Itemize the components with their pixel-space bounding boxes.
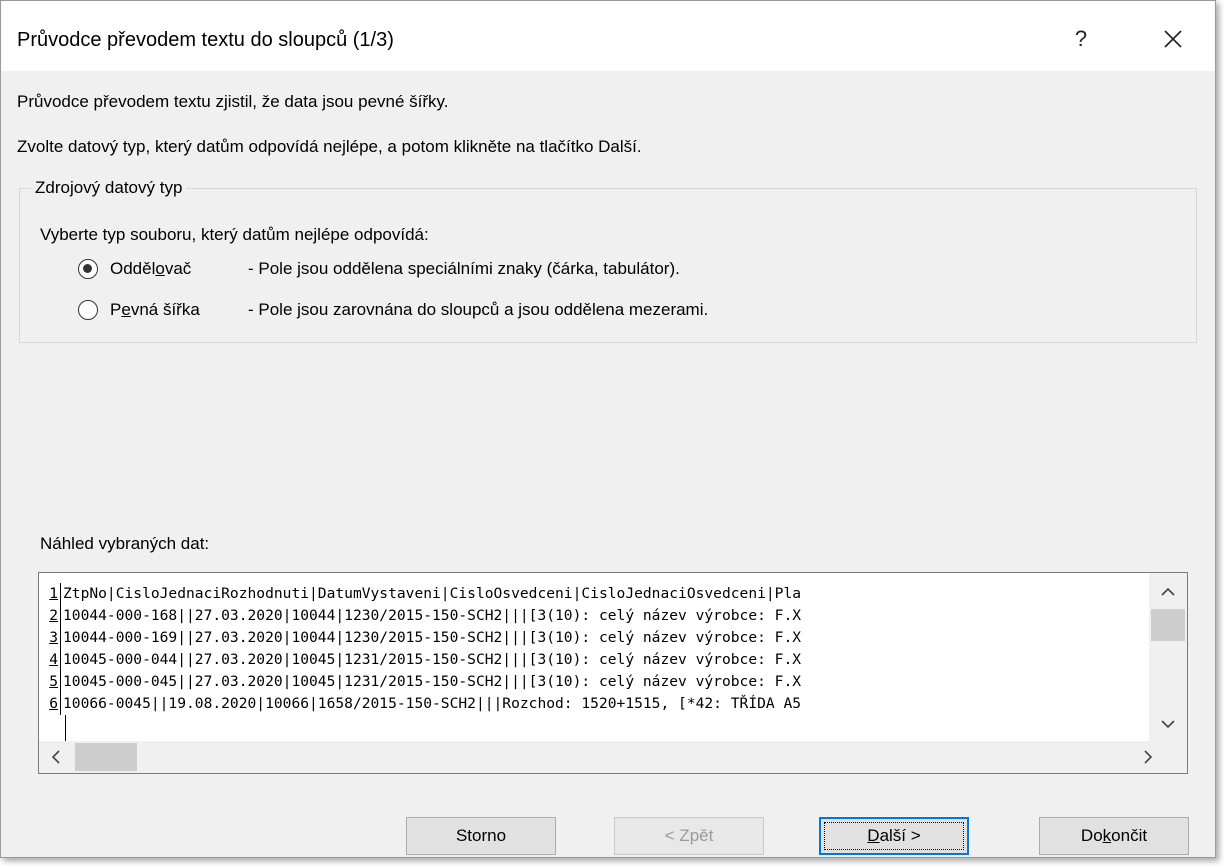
horizontal-scroll-thumb[interactable]: [75, 743, 137, 771]
focus-rectangle: [824, 822, 964, 850]
radio-delimited[interactable]: Oddělovač - Pole jsou oddělena speciální…: [78, 257, 680, 281]
radio-delimited-label: Oddělovač: [110, 259, 192, 278]
source-type-prompt: Vyberte typ souboru, který datům nejlépe…: [40, 225, 429, 244]
preview-line: 3 10044-000-169||27.03.2020|10044|1230/20…: [39, 627, 801, 649]
chevron-down-icon: [1161, 720, 1175, 729]
preview-line-text: 10045-000-044||27.03.2020|10045|1231/201…: [63, 651, 802, 668]
vertical-scroll-thumb[interactable]: [1151, 609, 1185, 641]
intro-instruction-text: Zvolte datový typ, který datům odpovídá …: [17, 137, 642, 156]
preview-line-text: 10044-000-168||27.03.2020|10044|1230/201…: [63, 607, 802, 624]
chevron-right-icon: [1144, 750, 1153, 764]
finish-button[interactable]: Dokončit: [1039, 817, 1189, 855]
next-button[interactable]: Další >: [819, 817, 969, 855]
chevron-left-icon: [51, 750, 60, 764]
close-icon: [1164, 30, 1182, 48]
horizontal-scrollbar[interactable]: [39, 741, 1187, 773]
preview-line-number: 6: [39, 693, 61, 715]
preview-line: 5 10045-000-045||27.03.2020|10045|1231/20…: [39, 671, 801, 693]
preview-line-text: 10066-0045||19.08.2020|10066|1658/2015-1…: [63, 695, 802, 712]
scroll-right-button[interactable]: [1133, 742, 1163, 772]
radio-fixed-width-label: Pevná šířka: [110, 300, 200, 319]
radio-button-checked[interactable]: [78, 259, 98, 279]
preview-line-number: 4: [39, 649, 61, 671]
scroll-left-button[interactable]: [41, 742, 71, 772]
preview-label: Náhled vybraných dat:: [40, 534, 210, 553]
line-number-gutter: [39, 715, 66, 741]
finish-button-label-end: ončit: [1111, 826, 1148, 845]
preview-line-number: 2: [39, 605, 61, 627]
finish-button-access-key: k: [1102, 826, 1112, 845]
finish-button-label-start: Do: [1080, 826, 1103, 845]
data-preview-pane[interactable]: 1 ZtpNo|CisloJednaciRozhodnuti|DatumVysta…: [38, 572, 1188, 774]
preview-line: 1 ZtpNo|CisloJednaciRozhodnuti|DatumVysta…: [39, 583, 801, 605]
dialog-title: Průvodce převodem textu do sloupců (1/3): [17, 29, 394, 51]
source-type-legend: Zdrojový datový typ: [31, 178, 187, 198]
radio-button-unchecked[interactable]: [78, 300, 98, 320]
preview-line-number: 5: [39, 671, 61, 693]
scroll-down-button[interactable]: [1153, 709, 1183, 739]
back-button[interactable]: < Zpět: [614, 817, 764, 855]
preview-text-area: 1 ZtpNo|CisloJednaciRozhodnuti|DatumVysta…: [39, 573, 1149, 741]
preview-line-number: 1: [39, 583, 61, 605]
text-to-columns-dialog: Průvodce převodem textu do sloupců (1/3)…: [0, 0, 1216, 858]
preview-line-text: 10045-000-045||27.03.2020|10045|1231/201…: [63, 673, 802, 690]
preview-line-number: 3: [39, 627, 61, 649]
vertical-scrollbar[interactable]: [1149, 573, 1187, 741]
chevron-up-icon: [1161, 587, 1175, 596]
scroll-up-button[interactable]: [1153, 577, 1183, 607]
title-bar: Průvodce převodem textu do sloupců (1/3)…: [1, 1, 1215, 71]
intro-detected-text: Průvodce převodem textu zjistil, že data…: [17, 92, 449, 111]
close-button[interactable]: [1153, 19, 1193, 59]
radio-delimited-description: - Pole jsou oddělena speciálními znaky (…: [248, 259, 680, 278]
preview-line: 6 10066-0045||19.08.2020|10066|1658/2015-…: [39, 693, 801, 715]
help-button[interactable]: ?: [1061, 19, 1101, 59]
radio-fixed-width[interactable]: Pevná šířka - Pole jsou zarovnána do slo…: [78, 298, 708, 322]
cancel-button[interactable]: Storno: [406, 817, 556, 855]
preview-line-text: ZtpNo|CisloJednaciRozhodnuti|DatumVystav…: [63, 585, 802, 602]
radio-fixed-width-description: - Pole jsou zarovnána do sloupců a jsou …: [248, 300, 709, 319]
preview-line: 2 10044-000-168||27.03.2020|10044|1230/20…: [39, 605, 801, 627]
preview-line: 4 10045-000-044||27.03.2020|10045|1231/20…: [39, 649, 801, 671]
preview-line-text: 10044-000-169||27.03.2020|10044|1230/201…: [63, 629, 802, 646]
